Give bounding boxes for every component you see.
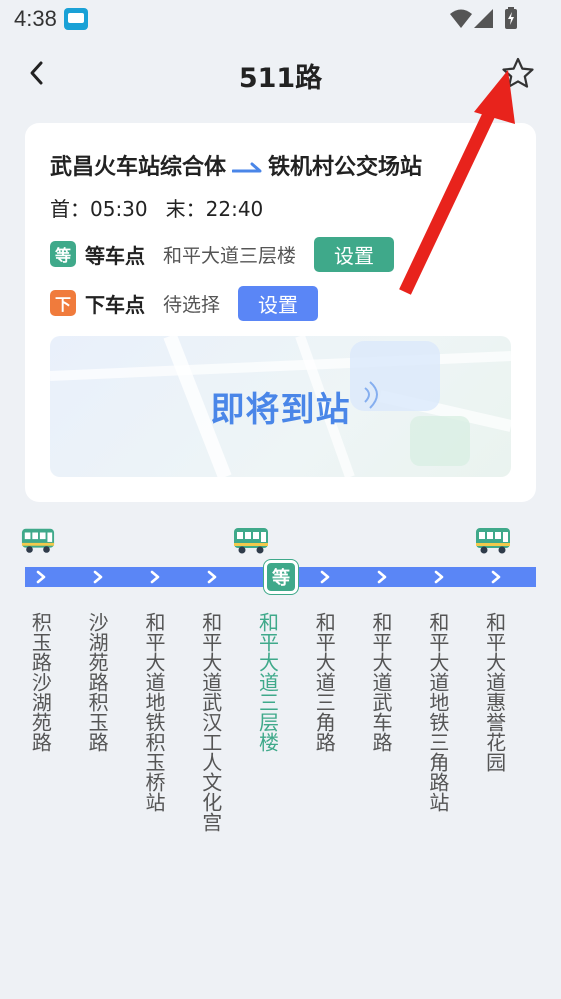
- station-5[interactable]: 和平大道三层楼: [255, 612, 283, 752]
- chevron-right-icon: [377, 570, 387, 584]
- alight-stop-label: 下车点: [85, 292, 145, 317]
- chevron-right-icon: [37, 570, 46, 584]
- battery-icon: [505, 7, 517, 29]
- chevron-right-icon: [434, 570, 444, 584]
- wifi-icon: [450, 9, 472, 28]
- wait-stop-value: 和平大道三层楼: [163, 244, 297, 267]
- favorite-button[interactable]: [500, 56, 536, 92]
- alight-stop-row: 下 下车点 待选择 设置: [50, 285, 319, 321]
- service-times: 首：05:30 末：22:40: [50, 193, 263, 222]
- chevron-right-icon: [93, 570, 103, 584]
- alight-stop-value: 待选择: [163, 293, 221, 316]
- bus-app-icon: [64, 8, 88, 30]
- direction-arrow-icon: [232, 162, 262, 173]
- station-2[interactable]: 沙湖苑路积玉路: [84, 612, 112, 752]
- set-alight-stop-button[interactable]: 设置: [238, 285, 319, 321]
- arrival-map[interactable]: 即将到站: [50, 336, 511, 477]
- status-bar: 4:38: [0, 0, 561, 38]
- chevron-right-icon: [320, 570, 330, 584]
- alight-tag: 下: [50, 290, 76, 316]
- first-bus-time: 首：05:30: [50, 197, 148, 221]
- station-8[interactable]: 和平大道地铁三角路站: [425, 612, 453, 812]
- station-3[interactable]: 和平大道地铁积玉桥站: [141, 612, 169, 812]
- route-origin: 武昌火车站综合体: [50, 155, 227, 180]
- bus-icon: [476, 528, 510, 554]
- station-list: 积玉路沙湖苑路 沙湖苑路积玉路 和平大道地铁积玉桥站 和平大道武汉工人文化宫 和平大道三…: [25, 612, 536, 992]
- station-7[interactable]: 和平大道武车路: [368, 612, 396, 752]
- header: 511路: [0, 40, 561, 106]
- chevron-right-icon: [207, 570, 217, 584]
- chevron-right-icon: [491, 570, 500, 584]
- arrival-text: 即将到站: [210, 390, 351, 430]
- wait-tag: 等: [50, 241, 76, 267]
- route-strip: 等 积玉路沙湖苑路 沙湖苑路积玉路 和平大道地铁积玉桥站 和平大道武汉工人文化宫 和平大…: [21, 520, 536, 999]
- chevron-right-icon: [150, 570, 160, 584]
- set-wait-stop-button[interactable]: 设置: [314, 236, 395, 272]
- route-direction: 武昌火车站综合体 铁机村公交场站: [50, 149, 520, 183]
- station-6[interactable]: 和平大道三角路: [311, 612, 339, 752]
- route-destination: 铁机村公交场站: [268, 155, 423, 180]
- status-time: 4:38: [14, 6, 57, 31]
- page-title: 511路: [238, 63, 323, 94]
- bus-icon: [21, 528, 55, 553]
- star-outline-icon: [502, 57, 534, 88]
- station-9[interactable]: 和平大道惠誉花园: [482, 612, 510, 772]
- current-stop-badge: 等: [264, 560, 298, 594]
- bus-icon: [234, 528, 268, 554]
- wait-stop-row: 等 等车点 和平大道三层楼 设置: [50, 236, 395, 272]
- route-info-card: 武昌火车站综合体 铁机村公交场站 首：05:30 末：22:40 等 等车点 和平大…: [25, 123, 536, 502]
- station-1[interactable]: 积玉路沙湖苑路: [27, 612, 55, 752]
- station-4[interactable]: 和平大道武汉工人文化宫: [198, 612, 226, 832]
- last-bus-time: 末：22:40: [165, 197, 264, 221]
- wait-stop-label: 等车点: [85, 243, 145, 268]
- signal-icon: [474, 9, 493, 28]
